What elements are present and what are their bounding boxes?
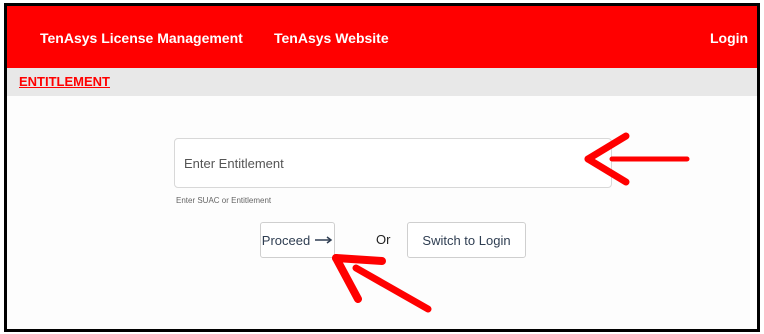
switch-to-login-button[interactable]: Switch to Login: [407, 222, 526, 258]
proceed-button-label: Proceed: [261, 232, 311, 248]
entitlement-helper-text: Enter SUAC or Entitlement: [176, 196, 272, 205]
sub-navbar: ENTITLEMENT: [7, 68, 757, 96]
annotation-arrow-proceed: [332, 254, 432, 313]
entitlement-tab[interactable]: ENTITLEMENT: [19, 74, 110, 89]
or-separator: Or: [376, 232, 391, 247]
brand-link[interactable]: TenAsys License Management: [40, 30, 243, 46]
top-navbar: TenAsys License Management TenAsys Websi…: [7, 6, 757, 68]
proceed-button[interactable]: Proceed: [260, 222, 335, 258]
browser-frame: TenAsys License Management TenAsys Websi…: [4, 3, 760, 332]
login-link[interactable]: Login: [710, 30, 748, 46]
entitlement-input[interactable]: [174, 138, 612, 188]
arrow-right-icon: [315, 236, 333, 244]
website-link[interactable]: TenAsys Website: [274, 30, 389, 46]
